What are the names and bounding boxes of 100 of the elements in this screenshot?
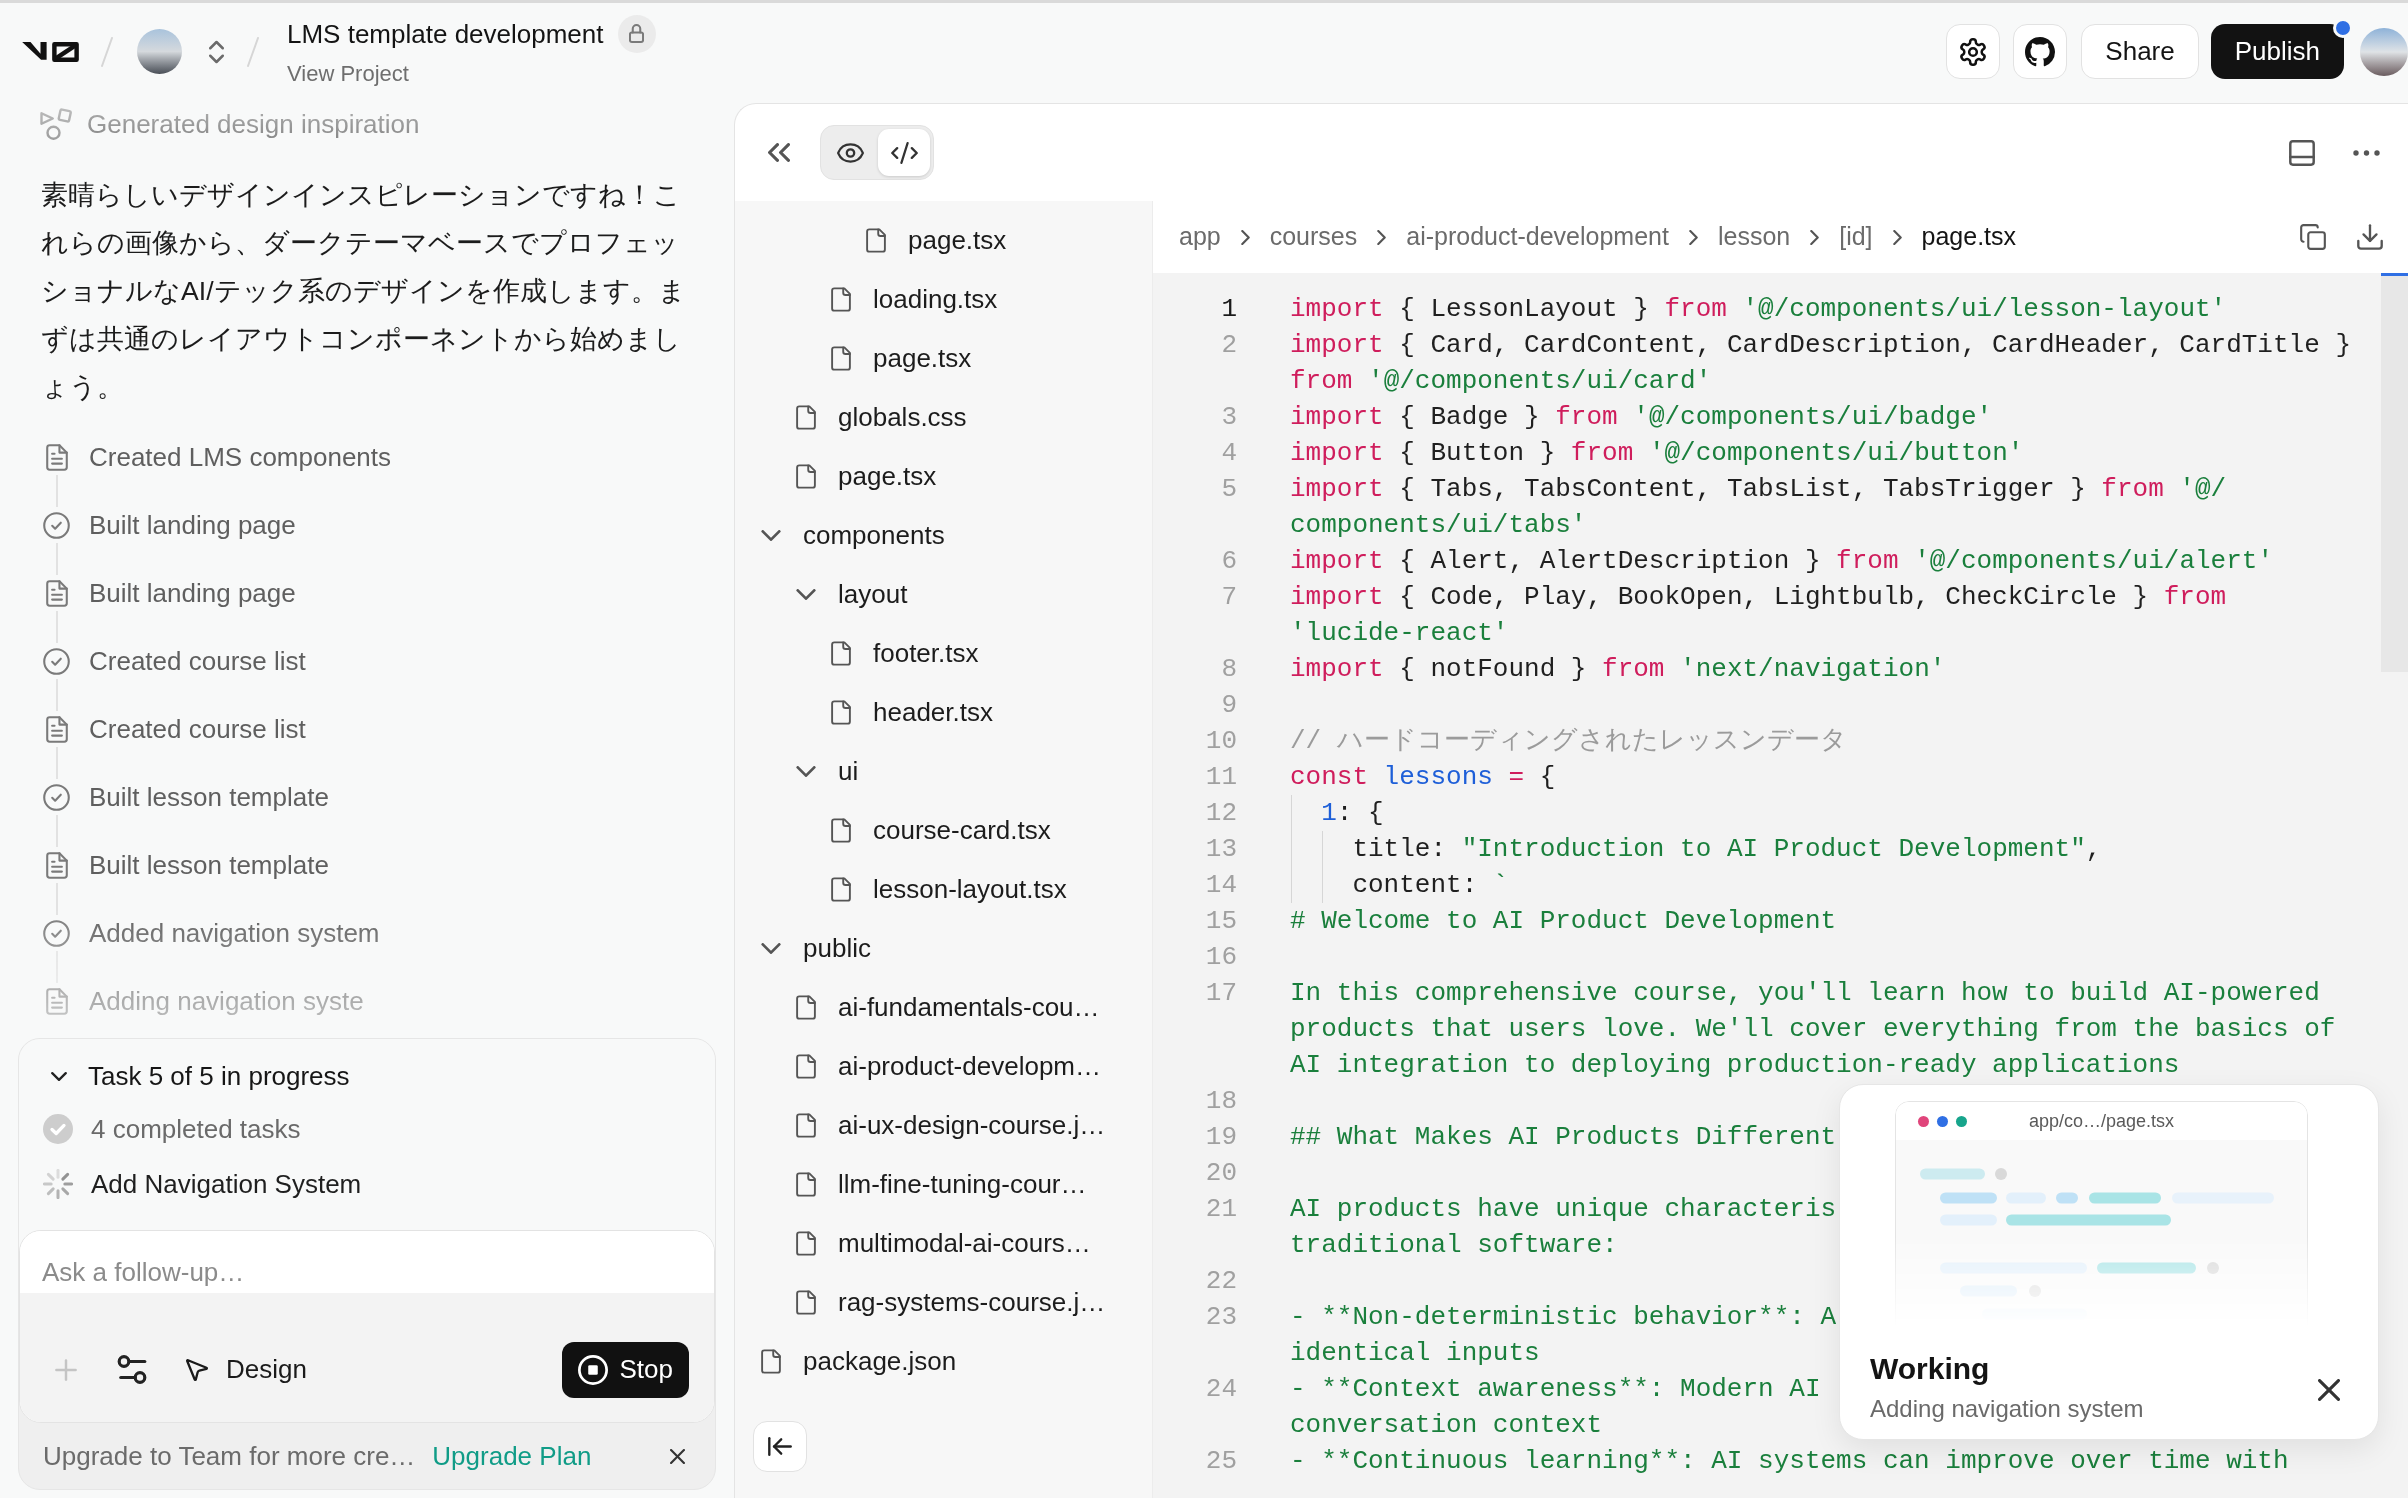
file-tree-item[interactable]: llm-fine-tuning-cour…	[735, 1155, 1152, 1214]
line-number: 22	[1205, 1266, 1237, 1296]
code-line: import { Alert, AlertDescription } from '@/components/ui/alert'	[1290, 545, 2273, 578]
file-tree-item[interactable]: globals.css	[735, 388, 1152, 447]
file-icon	[796, 1054, 816, 1079]
sliders-icon[interactable]	[116, 1355, 148, 1384]
file-tree-item[interactable]: header.tsx	[735, 683, 1152, 742]
chevron-right-icon	[1892, 229, 1902, 245]
close-icon[interactable]	[2318, 1379, 2340, 1401]
breadcrumb-item[interactable]: [id]	[1839, 218, 1873, 256]
lock-icon	[617, 14, 656, 53]
file-tree-item[interactable]: ai-ux-design-course.j…	[735, 1096, 1152, 1155]
scrollbar-thumb[interactable]	[2381, 273, 2408, 672]
github-icon	[2025, 36, 2056, 67]
code-line: 'lucide-react'	[1290, 617, 1509, 650]
logo-icon[interactable]	[22, 41, 79, 62]
file-tree-item[interactable]: rag-systems-course.j…	[735, 1273, 1152, 1332]
folder-tree-item[interactable]: components	[735, 506, 1152, 565]
folder-tree-item[interactable]: layout	[735, 565, 1152, 624]
github-button[interactable]	[2013, 24, 2068, 79]
avatar-icon[interactable]	[2360, 27, 2408, 76]
download-icon[interactable]	[2357, 224, 2383, 250]
code-line: import { Card, CardContent, CardDescription, CardHeader, CardTitle }	[1290, 329, 2351, 362]
file-icon	[796, 1113, 816, 1138]
code-line: // ハードコーディングされたレッスンデータ	[1290, 725, 1847, 758]
activity-text: Built lesson template	[89, 848, 329, 882]
line-number: 20	[1205, 1158, 1237, 1188]
folder-tree-item[interactable]: public	[735, 919, 1152, 978]
code-line: identical inputs	[1290, 1337, 1540, 1370]
collapse-sidebar-button[interactable]	[753, 1421, 807, 1472]
activity-text: Added navigation system	[89, 916, 380, 950]
chevron-right-icon	[1240, 229, 1250, 245]
upgrade-message: Upgrade to Team for more cre…	[43, 1439, 416, 1473]
breadcrumb-item[interactable]: lesson	[1717, 218, 1791, 256]
chevron-up-down-icon[interactable]	[209, 39, 224, 64]
view-project-link[interactable]: View Project	[287, 58, 409, 89]
file-tree-item[interactable]: page.tsx	[735, 447, 1152, 506]
file-path-label: app/co…/page.tsx	[2029, 1109, 2175, 1133]
file-icon	[796, 405, 816, 430]
close-icon[interactable]	[670, 1448, 685, 1464]
folder-tree-item[interactable]: ui	[735, 742, 1152, 801]
file-tree-item[interactable]: multimodal-ai-cours…	[735, 1214, 1152, 1273]
line-number: 5	[1221, 474, 1237, 504]
file-tree-item[interactable]: lesson-layout.tsx	[735, 860, 1152, 919]
file-icon	[796, 995, 816, 1020]
avatar-icon[interactable]	[137, 29, 182, 74]
line-number: 17	[1205, 978, 1237, 1008]
activity-text: Generated design inspiration	[87, 107, 420, 141]
primary-button[interactable]: Publish	[2210, 24, 2344, 79]
breadcrumb-item[interactable]: app	[1179, 218, 1221, 256]
code-line: import { LessonLayout } from '@/components/ui/lesson-layout'	[1290, 293, 2227, 326]
file-tree-item[interactable]: page.tsx	[735, 211, 1152, 270]
line-number: 12	[1205, 798, 1237, 828]
file-tree-item[interactable]: page.tsx	[735, 329, 1152, 388]
code-line: 1: {	[1320, 797, 1384, 830]
line-number: 7	[1221, 582, 1237, 612]
composer-card[interactable]: Ask a follow-up… Design Stop	[19, 1230, 715, 1423]
activity-text: Built lesson template	[89, 780, 329, 814]
file-tree-item[interactable]: ai-product-developm…	[735, 1037, 1152, 1096]
breadcrumb-item[interactable]: ai-product-development	[1406, 218, 1669, 256]
cursor-position-marker	[2381, 273, 2408, 276]
toast-message: Adding navigation system	[1870, 1394, 2144, 1424]
activity-text: Built landing page	[89, 576, 296, 610]
view-tab[interactable]	[878, 129, 930, 176]
breadcrumb-item[interactable]: courses	[1269, 218, 1358, 256]
more-icon[interactable]	[2353, 149, 2380, 156]
task-text: 4 completed tasks	[91, 1112, 301, 1146]
file-icon	[831, 287, 851, 312]
code-line: products that users love. We'll cover everything from the basics of	[1290, 1013, 2336, 1046]
activity-text: Adding navigation syste	[89, 984, 364, 1018]
code-line: import { Badge } from '@/components/ui/badge'	[1290, 401, 1993, 434]
file-tree-item[interactable]: package.json	[735, 1332, 1152, 1391]
cursor-icon	[186, 1358, 208, 1381]
file-tree-item[interactable]: loading.tsx	[735, 270, 1152, 329]
file-tree-item[interactable]: ai-fundamentals-cou…	[735, 978, 1152, 1037]
code-line: import { Code, Play, BookOpen, Lightbulb, CheckCircle } from	[1290, 581, 2227, 614]
file-icon	[831, 346, 851, 371]
file-tree-item[interactable]: footer.tsx	[735, 624, 1152, 683]
spinner-icon	[43, 1169, 73, 1199]
line-number: 3	[1221, 402, 1237, 432]
line-number: 19	[1205, 1122, 1237, 1152]
file-icon	[796, 1172, 816, 1197]
chevrons-left-icon[interactable]	[768, 143, 790, 162]
check-circle-icon	[43, 919, 70, 947]
design-mode-button[interactable]: Design	[186, 1350, 307, 1389]
stop-button[interactable]: Stop	[561, 1341, 689, 1398]
file-tree-item[interactable]: course-card.tsx	[735, 801, 1152, 860]
file-icon	[831, 641, 851, 666]
code-line: import { Tabs, TabsContent, TabsList, TabsTrigger } from '@/	[1290, 473, 2227, 506]
panel-bottom-icon[interactable]	[2289, 139, 2315, 166]
copy-icon[interactable]	[2300, 224, 2326, 250]
code-line: content: `	[1351, 869, 1509, 902]
breadcrumb-item[interactable]: page.tsx	[1921, 218, 2017, 256]
arrow-left-to-line-icon	[768, 1437, 792, 1456]
outline-button[interactable]: Share	[2081, 24, 2199, 79]
activity-text: Created course list	[89, 644, 306, 678]
line-number: 8	[1221, 654, 1237, 684]
code-line: conversation context	[1290, 1409, 1603, 1442]
task-summary-toggle[interactable]: Task 5 of 5 in progress	[19, 1058, 350, 1094]
settings-button[interactable]	[1946, 24, 2001, 79]
